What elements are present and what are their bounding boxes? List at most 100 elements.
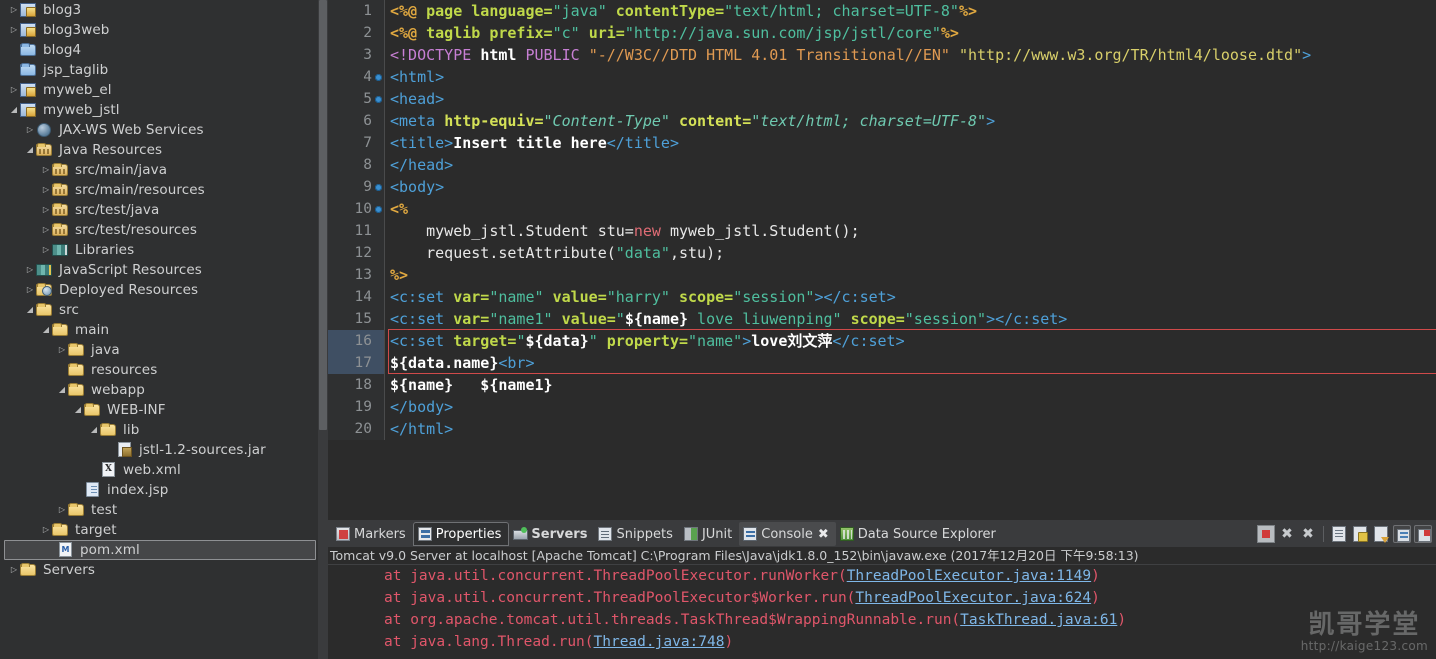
code-text[interactable]: %> (388, 264, 408, 286)
fold-toggle-icon[interactable] (374, 176, 384, 198)
code-text[interactable]: </body> (388, 396, 453, 418)
code-line[interactable]: 18 ${name} ${name1} (328, 374, 1436, 396)
tree-item-web-inf[interactable]: WEB-INF (0, 400, 328, 420)
tree-item-main[interactable]: main (0, 320, 328, 340)
code-text[interactable]: </head> (388, 154, 453, 176)
line-number[interactable]: 11 (328, 220, 374, 242)
line-number[interactable]: 18 (328, 374, 374, 396)
line-number[interactable]: 9 (328, 176, 374, 198)
stack-trace[interactable]: at java.util.concurrent.ThreadPoolExecut… (384, 565, 1436, 653)
display-selected-console-button[interactable] (1414, 525, 1432, 543)
sidebar-scrollbar[interactable] (318, 0, 328, 659)
tree-item-lib[interactable]: lib (0, 420, 328, 440)
tab-data-source-explorer[interactable]: Data Source Explorer (836, 522, 1003, 546)
code-line[interactable]: 1 <%@ page language="java" contentType="t… (328, 0, 1436, 22)
code-text[interactable]: <c:set var="name1" value="${name} love l… (388, 308, 1067, 330)
code-text[interactable]: ${data.name}<br> (388, 352, 535, 374)
chevron-down-icon[interactable] (88, 426, 100, 434)
chevron-right-icon[interactable] (24, 286, 36, 294)
code-line[interactable]: 5 <head> (328, 88, 1436, 110)
code-line[interactable]: 11 myweb_jstl.Student stu=new myweb_jstl… (328, 220, 1436, 242)
code-text[interactable]: <head> (388, 88, 444, 110)
tree-item-src-main-resources[interactable]: src/main/resources (0, 180, 328, 200)
code-lines[interactable]: 1 <%@ page language="java" contentType="t… (328, 0, 1436, 440)
code-text[interactable]: <body> (388, 176, 444, 198)
chevron-down-icon[interactable] (72, 406, 84, 414)
line-number[interactable]: 15 (328, 308, 374, 330)
stack-trace-line[interactable]: at java.util.concurrent.ThreadPoolExecut… (384, 587, 1436, 609)
tree-item-servers[interactable]: Servers (0, 560, 328, 580)
tree-item-src[interactable]: src (0, 300, 328, 320)
code-line[interactable]: 7 <title>Insert title here</title> (328, 132, 1436, 154)
tree-item-myweb-el[interactable]: myweb_el (0, 80, 328, 100)
line-number[interactable]: 6 (328, 110, 374, 132)
line-number[interactable]: 19 (328, 396, 374, 418)
code-line[interactable]: 14 <c:set var="name" value="harry" scope=… (328, 286, 1436, 308)
fold-toggle-icon[interactable] (374, 88, 384, 110)
tab-markers[interactable]: Markers (332, 522, 413, 546)
chevron-right-icon[interactable] (40, 206, 52, 214)
clear-console-button[interactable] (1332, 526, 1346, 542)
tree-item-src-test-java[interactable]: src/test/java (0, 200, 328, 220)
console-output[interactable]: at java.util.concurrent.ThreadPoolExecut… (328, 565, 1436, 659)
code-text[interactable]: <c:set var="name" value="harry" scope="s… (388, 286, 896, 308)
code-line[interactable]: 13 %> (328, 264, 1436, 286)
tree-item-test[interactable]: test (0, 500, 328, 520)
code-text[interactable]: <% (388, 198, 408, 220)
chevron-right-icon[interactable] (24, 266, 36, 274)
tree-item-jsp-taglib[interactable]: jsp_taglib (0, 60, 328, 80)
code-line[interactable]: 10 <% (328, 198, 1436, 220)
tab-snippets[interactable]: Snippets (594, 522, 679, 546)
chevron-right-icon[interactable] (8, 26, 20, 34)
tree-item-javascript-resources[interactable]: JavaScript Resources (0, 260, 328, 280)
code-line[interactable]: 15 <c:set var="name1" value="${name} love… (328, 308, 1436, 330)
tree-item-blog3[interactable]: blog3 (0, 0, 328, 20)
line-number[interactable]: 14 (328, 286, 374, 308)
tab-console[interactable]: Console ✖ (739, 522, 836, 546)
code-line[interactable]: 9 <body> (328, 176, 1436, 198)
console-toolbar[interactable]: ✖ ✖ (1257, 522, 1432, 546)
tab-servers[interactable]: Servers (509, 522, 594, 546)
chevron-right-icon[interactable] (56, 506, 68, 514)
code-text[interactable]: request.setAttribute("data",stu); (388, 242, 724, 264)
line-number[interactable]: 5 (328, 88, 374, 110)
stack-trace-line[interactable]: at org.apache.tomcat.util.threads.TaskTh… (384, 609, 1436, 631)
code-text[interactable]: <!DOCTYPE html PUBLIC "-//W3C//DTD HTML … (388, 44, 1311, 66)
chevron-right-icon[interactable] (8, 6, 20, 14)
chevron-down-icon[interactable] (8, 106, 20, 114)
tree-item-blog4[interactable]: blog4 (0, 40, 328, 60)
tree-item-target[interactable]: target (0, 520, 328, 540)
tree-item-java[interactable]: java (0, 340, 328, 360)
tab-properties[interactable]: Properties (412, 522, 510, 546)
code-text[interactable]: <meta http-equiv="Content-Type" content=… (388, 110, 995, 132)
code-line[interactable]: 20 </html> (328, 418, 1436, 440)
stack-trace-link[interactable]: ThreadPoolExecutor.java:624 (855, 590, 1091, 606)
chevron-right-icon[interactable] (40, 526, 52, 534)
chevron-right-icon[interactable] (24, 126, 36, 134)
pin-console-button[interactable] (1393, 525, 1411, 543)
chevron-right-icon[interactable] (40, 246, 52, 254)
chevron-right-icon[interactable] (40, 166, 52, 174)
tree-item-src-main-java[interactable]: src/main/java (0, 160, 328, 180)
line-number[interactable]: 3 (328, 44, 374, 66)
stack-trace-line[interactable]: at java.lang.Thread.run(Thread.java:748) (384, 631, 1436, 653)
chevron-down-icon[interactable] (24, 306, 36, 314)
chevron-down-icon[interactable] (24, 146, 36, 154)
line-number[interactable]: 16 (328, 330, 374, 352)
code-text[interactable]: myweb_jstl.Student stu=new myweb_jstl.St… (388, 220, 860, 242)
code-text[interactable]: ${name} ${name1} (388, 374, 553, 396)
code-text[interactable]: <html> (388, 66, 444, 88)
tree-item-libraries[interactable]: Libraries (0, 240, 328, 260)
project-tree[interactable]: blog3 blog3web blog4 jsp_taglib myweb_elmywe… (0, 0, 328, 580)
tree-item-blog3web[interactable]: blog3web (0, 20, 328, 40)
tree-item-resources[interactable]: resources (0, 360, 328, 380)
tree-item-pom-xml[interactable]: Mpom.xml (4, 540, 316, 560)
code-text[interactable]: <c:set target="${data}" property="name">… (388, 330, 905, 352)
stack-trace-link[interactable]: TaskThread.java:61 (960, 612, 1117, 628)
code-text[interactable]: <%@ page language="java" contentType="te… (388, 0, 977, 22)
tree-item-jax-ws-web-services[interactable]: JAX-WS Web Services (0, 120, 328, 140)
tree-item-webapp[interactable]: webapp (0, 380, 328, 400)
terminate-button[interactable] (1257, 525, 1275, 543)
tree-item-myweb-jstl[interactable]: myweb_jstl (0, 100, 328, 120)
chevron-right-icon[interactable] (40, 226, 52, 234)
